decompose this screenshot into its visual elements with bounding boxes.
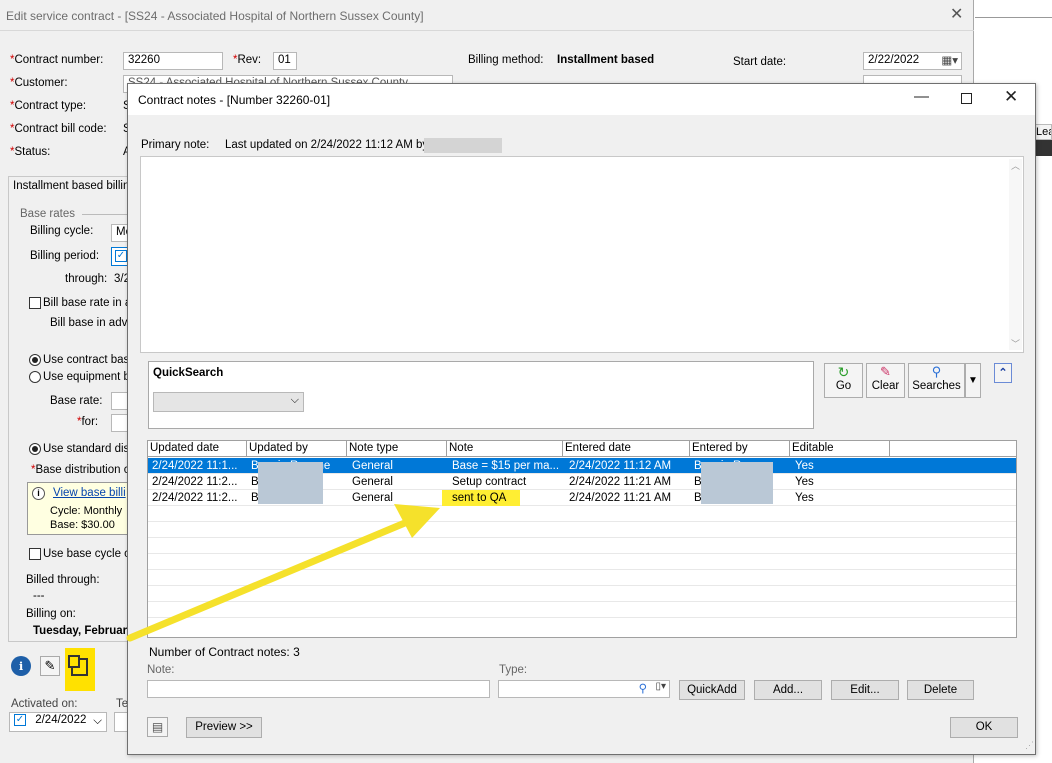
annotation-arrow: [126, 504, 440, 642]
arrow-shaft: [126, 516, 416, 642]
